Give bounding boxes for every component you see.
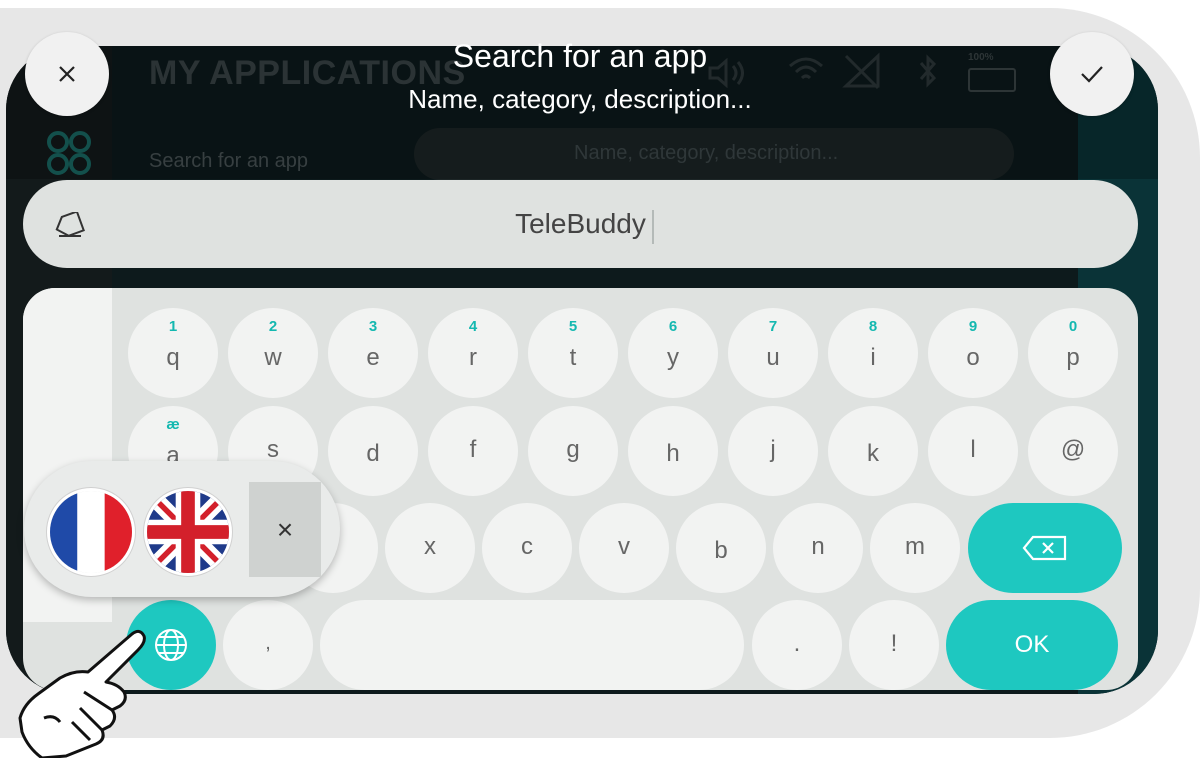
key-label: x bbox=[424, 533, 436, 560]
key-m[interactable]: m bbox=[870, 503, 960, 593]
key-label: ! bbox=[890, 630, 898, 657]
key-label: f bbox=[469, 436, 477, 463]
key-k[interactable]: k bbox=[828, 406, 918, 496]
key-label: j bbox=[770, 436, 776, 463]
flag-united-kingdom-icon bbox=[147, 491, 229, 573]
key-label: t bbox=[569, 344, 577, 371]
space-key[interactable] bbox=[320, 600, 744, 690]
backspace-icon bbox=[1022, 535, 1067, 561]
key-label: v bbox=[618, 533, 630, 560]
key-label: b bbox=[714, 537, 728, 564]
key-exclamation[interactable]: ! bbox=[849, 600, 939, 690]
key-alt: 3 bbox=[368, 318, 378, 335]
key-w[interactable]: 2w bbox=[228, 308, 318, 398]
key-alt: 4 bbox=[468, 318, 478, 335]
key-label: r bbox=[469, 344, 477, 371]
globe-icon bbox=[155, 629, 187, 661]
french-flag-option[interactable] bbox=[50, 491, 132, 573]
pointing-hand-icon bbox=[18, 629, 146, 758]
flag-france-icon bbox=[50, 491, 132, 573]
text-cursor bbox=[652, 210, 654, 244]
key-label: o bbox=[966, 344, 980, 371]
key-h[interactable]: h bbox=[628, 406, 718, 496]
backspace-button[interactable] bbox=[968, 503, 1122, 593]
key-comma[interactable]: , bbox=[223, 600, 313, 690]
key-n[interactable]: n bbox=[773, 503, 863, 593]
key-f[interactable]: f bbox=[428, 406, 518, 496]
key-label: i bbox=[870, 344, 876, 371]
key-label: q bbox=[166, 344, 180, 371]
key-label: k bbox=[867, 440, 879, 467]
key-alt: 9 bbox=[968, 318, 978, 335]
key-d[interactable]: d bbox=[328, 406, 418, 496]
english-flag-option[interactable] bbox=[147, 491, 229, 573]
key-alt: 7 bbox=[768, 318, 778, 335]
key-x[interactable]: x bbox=[385, 503, 475, 593]
key-label: d bbox=[366, 440, 380, 467]
key-label: u bbox=[766, 344, 780, 371]
key-b[interactable]: b bbox=[676, 503, 766, 593]
language-popup-close-button[interactable]: × bbox=[249, 482, 321, 577]
key-q[interactable]: 1q bbox=[128, 308, 218, 398]
key-alt: 5 bbox=[568, 318, 578, 335]
key-label: , bbox=[265, 632, 271, 654]
key-v[interactable]: v bbox=[579, 503, 669, 593]
check-icon bbox=[1081, 66, 1103, 83]
search-value: TeleBuddy bbox=[515, 208, 646, 239]
header-title: Search for an app bbox=[452, 38, 708, 74]
key-label: . bbox=[793, 630, 801, 657]
key-label: w bbox=[264, 344, 282, 371]
header-subtitle: Name, category, description... bbox=[408, 84, 752, 114]
key-period[interactable]: . bbox=[752, 600, 842, 690]
key-c[interactable]: c bbox=[482, 503, 572, 593]
key-alt: æ bbox=[166, 416, 180, 433]
key-g[interactable]: g bbox=[528, 406, 618, 496]
key-o[interactable]: 9o bbox=[928, 308, 1018, 398]
key-label: s bbox=[267, 436, 279, 463]
key-alt: 6 bbox=[668, 318, 678, 335]
key-label: c bbox=[521, 533, 533, 560]
key-label: l bbox=[970, 436, 976, 463]
key-alt: 0 bbox=[1068, 318, 1078, 335]
key-label: e bbox=[366, 344, 380, 371]
key-j[interactable]: j bbox=[728, 406, 818, 496]
key-y[interactable]: 6y bbox=[628, 308, 718, 398]
key-i[interactable]: 8i bbox=[828, 308, 918, 398]
key-label: y bbox=[667, 344, 679, 371]
key-label: n bbox=[811, 533, 825, 560]
key-alt: 2 bbox=[268, 318, 278, 335]
key-at[interactable]: @ bbox=[1028, 406, 1118, 496]
key-l[interactable]: l bbox=[928, 406, 1018, 496]
key-label: p bbox=[1066, 344, 1080, 371]
key-label: @ bbox=[1060, 436, 1086, 463]
close-button[interactable] bbox=[25, 32, 109, 116]
key-label: h bbox=[666, 440, 680, 467]
search-input[interactable]: TeleBuddy bbox=[23, 180, 1138, 268]
key-u[interactable]: 7u bbox=[728, 308, 818, 398]
close-icon bbox=[59, 66, 75, 82]
key-label: m bbox=[905, 533, 925, 560]
key-alt: 1 bbox=[168, 318, 178, 335]
key-p[interactable]: 0p bbox=[1028, 308, 1118, 398]
ok-button[interactable]: OK bbox=[946, 600, 1118, 690]
key-alt: 8 bbox=[868, 318, 878, 335]
confirm-button[interactable] bbox=[1050, 32, 1134, 116]
key-e[interactable]: 3e bbox=[328, 308, 418, 398]
key-t[interactable]: 5t bbox=[528, 308, 618, 398]
key-label: g bbox=[566, 436, 580, 463]
key-r[interactable]: 4r bbox=[428, 308, 518, 398]
